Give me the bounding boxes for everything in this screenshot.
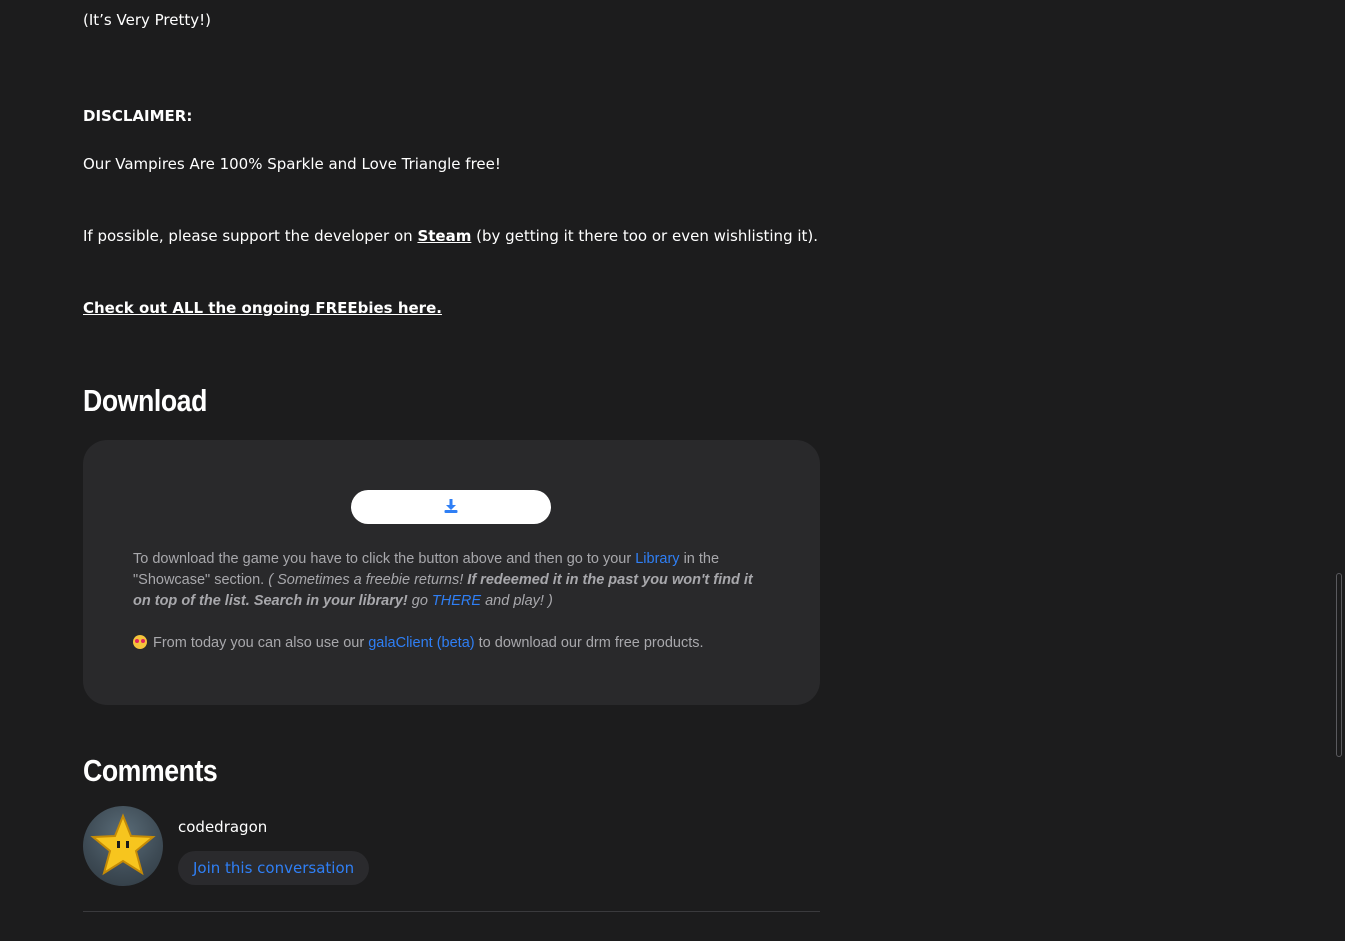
scrollbar-thumb[interactable] (1336, 573, 1342, 757)
star-struck-emoji-icon (133, 635, 147, 649)
star-icon (90, 813, 156, 876)
support-suffix: (by getting it there too or even wishlis… (471, 227, 819, 245)
download-icon (443, 498, 459, 517)
instructions-text-2: in the (679, 551, 720, 567)
comment-username: codedragon (178, 818, 268, 836)
instructions-italic-1: ( Sometimes a freebie returns! (268, 572, 468, 588)
client-suffix: to download our drm free products. (474, 635, 704, 651)
download-instructions: To download the game you have to click t… (133, 549, 773, 612)
comments-divider (83, 911, 820, 912)
library-link[interactable]: Library (635, 551, 679, 567)
instructions-text-1: To download the game you have to click t… (133, 551, 636, 567)
page: (It’s Very Pretty!) DISCLAIMER: Our Vamp… (0, 0, 1345, 941)
instructions-go: go (407, 593, 432, 609)
support-paragraph: If possible, please support the develope… (83, 226, 818, 246)
client-note: From today you can also use our galaClie… (133, 633, 773, 654)
freebies-link[interactable]: Check out ALL the ongoing FREEbies here. (83, 299, 442, 317)
instructions-line-2: "Showcase" section. ( Sometimes a freebi… (133, 570, 773, 591)
instructions-bold-italic-1: If redeemed it in the past you won't fin… (467, 572, 753, 588)
disclaimer-heading: DISCLAIMER: (83, 107, 193, 125)
join-conversation-button[interactable]: Join this conversation (178, 851, 370, 885)
support-prefix: If possible, please support the develope… (83, 227, 418, 245)
download-title: Download (83, 383, 207, 418)
avatar[interactable] (83, 806, 163, 886)
disclaimer-text: Our Vampires Are 100% Sparkle and Love T… (83, 155, 501, 173)
instructions-line-1: To download the game you have to click t… (133, 549, 773, 570)
client-prefix: From today you can also use our (153, 635, 369, 651)
instructions-line-3: on top of the list. Search in your libra… (133, 591, 773, 612)
galaclient-link[interactable]: galaClient (beta) (368, 635, 474, 651)
instructions-text-3: "Showcase" section. (133, 572, 269, 588)
download-panel: To download the game you have to click t… (83, 440, 820, 705)
pretty-line: (It’s Very Pretty!) (83, 11, 211, 29)
instructions-bold-italic-2: on top of the list. Search in your libra… (133, 593, 408, 609)
comments-title: Comments (83, 753, 218, 788)
there-link[interactable]: THERE (432, 593, 481, 609)
freebies-paragraph: Check out ALL the ongoing FREEbies here. (83, 298, 442, 318)
steam-link[interactable]: Steam (417, 227, 471, 245)
instructions-end: and play! ) (481, 593, 553, 609)
download-button[interactable] (351, 490, 551, 524)
